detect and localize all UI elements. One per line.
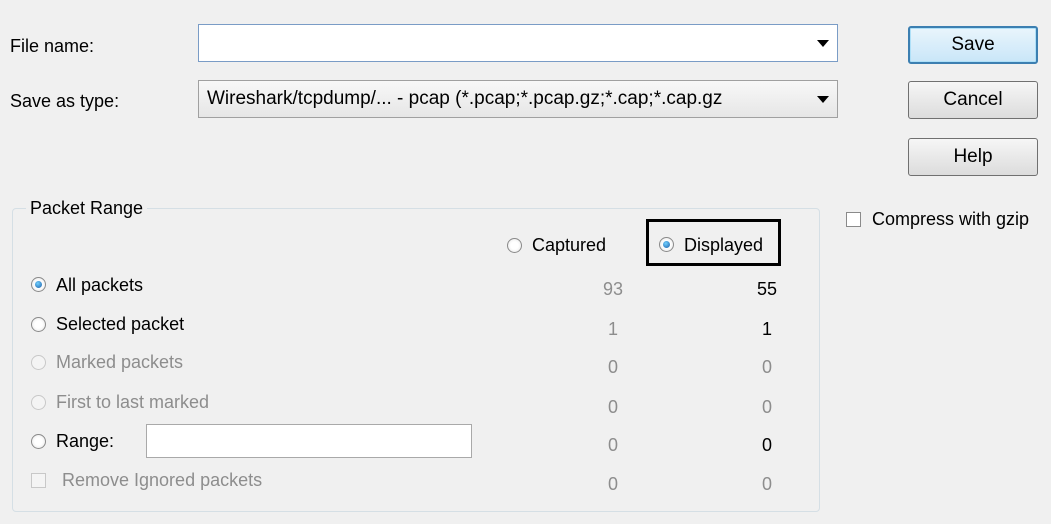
compress-gzip-label: Compress with gzip <box>872 209 1030 229</box>
all-packets-captured-count: 93 <box>602 279 624 299</box>
selected-packet-displayed-count: 1 <box>761 319 772 339</box>
captured-label: Captured <box>532 235 607 255</box>
displayed-label: Displayed <box>684 235 764 255</box>
first-to-last-marked-label: First to last marked <box>56 392 210 412</box>
first-to-last-marked-radio[interactable] <box>31 395 46 410</box>
range-displayed-count: 0 <box>761 435 772 455</box>
marked-packets-captured-count: 0 <box>607 357 618 377</box>
selected-packet-label: Selected packet <box>56 314 185 334</box>
save-as-type-select[interactable]: Wireshark/tcpdump/... - pcap (*.pcap;*.p… <box>198 80 838 118</box>
all-packets-label: All packets <box>56 275 144 295</box>
range-captured-count: 0 <box>607 435 618 455</box>
marked-packets-displayed-count: 0 <box>761 357 772 377</box>
remove-ignored-captured-count: 0 <box>607 474 618 494</box>
marked-packets-radio[interactable] <box>31 355 46 370</box>
captured-radio[interactable] <box>507 238 522 253</box>
save-as-type-label: Save as type: <box>10 91 120 111</box>
packet-range-title: Packet Range <box>26 197 148 219</box>
file-name-label: File name: <box>10 36 95 56</box>
remove-ignored-displayed-count: 0 <box>761 474 772 494</box>
save-as-type-value: Wireshark/tcpdump/... - pcap (*.pcap;*.p… <box>207 88 723 109</box>
first-to-last-marked-displayed-count: 0 <box>761 397 772 417</box>
dropdown-arrow-icon[interactable] <box>817 95 829 103</box>
range-input[interactable] <box>146 424 472 458</box>
displayed-radio[interactable] <box>659 237 674 252</box>
selected-packet-captured-count: 1 <box>607 319 618 339</box>
save-button[interactable]: Save <box>908 26 1038 64</box>
range-label: Range: <box>56 431 115 451</box>
all-packets-displayed-count: 55 <box>756 279 778 299</box>
marked-packets-label: Marked packets <box>56 352 184 372</box>
remove-ignored-checkbox[interactable] <box>31 473 46 488</box>
cancel-button[interactable]: Cancel <box>908 81 1038 119</box>
remove-ignored-label: Remove Ignored packets <box>62 470 263 490</box>
file-name-combobox[interactable] <box>198 24 838 62</box>
all-packets-radio[interactable] <box>31 277 46 292</box>
first-to-last-marked-captured-count: 0 <box>607 397 618 417</box>
compress-gzip-checkbox[interactable] <box>846 212 861 227</box>
range-radio[interactable] <box>31 434 46 449</box>
selected-packet-radio[interactable] <box>31 317 46 332</box>
dropdown-arrow-icon[interactable] <box>817 39 829 47</box>
help-button[interactable]: Help <box>908 138 1038 176</box>
